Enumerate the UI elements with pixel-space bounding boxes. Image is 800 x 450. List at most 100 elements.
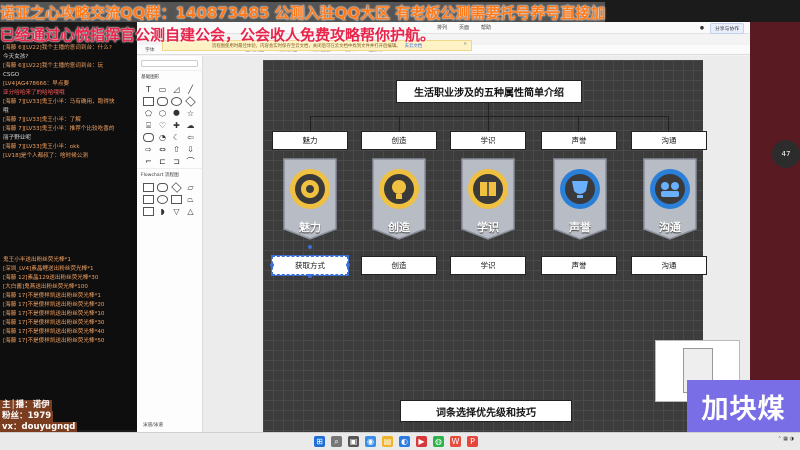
brace-shape-icon[interactable]: ⊏ <box>157 157 168 166</box>
rounded-rect-shape-icon[interactable] <box>157 97 168 106</box>
connector-line <box>399 116 401 131</box>
sticky-note-icon[interactable]: ▭ <box>157 85 168 94</box>
sub-box-acquire-method[interactable]: 获取方式 <box>271 255 349 276</box>
document-shape-icon[interactable] <box>143 195 154 204</box>
chat-message: [LV4]AG478666：早点要 <box>3 81 70 87</box>
chat-message: [海藤 7][LV33]鬼王小半：okk <box>3 144 80 150</box>
badge-label: 沟通 <box>659 221 681 234</box>
sub-box-create[interactable]: 创造 <box>361 256 437 275</box>
gift-message: [深圳_LV4]素晶鲤送出粉丝荧光棒*1 <box>3 266 94 272</box>
gift-message: 鬼王小半送出粉丝荧光棒*1 <box>3 257 71 263</box>
attribute-box-communicate[interactable]: 沟通 <box>631 131 707 150</box>
heart-shape-icon[interactable]: ♡ <box>157 121 168 130</box>
corner-shape-icon[interactable]: ⊐ <box>171 157 182 166</box>
connector-shape-icon[interactable] <box>157 195 168 204</box>
data-shape-icon[interactable]: ▱ <box>185 183 196 192</box>
diamond-shape-icon[interactable] <box>185 96 196 107</box>
hexagon-shape-icon[interactable]: ⬡ <box>157 109 168 118</box>
arrow-down-shape-icon[interactable]: ⇩ <box>185 145 196 154</box>
connector-line <box>668 116 670 131</box>
cylinder-shape-icon[interactable]: ⌸ <box>143 121 154 130</box>
star-shape-icon[interactable]: ☆ <box>185 109 196 118</box>
diagram-title-box[interactable]: 生活职业涉及的五种属性简单介绍 <box>396 80 582 103</box>
cloud-shape-icon[interactable]: ☁ <box>185 121 196 130</box>
wps-icon[interactable]: P <box>467 436 478 447</box>
predefined-shape-icon[interactable] <box>171 195 182 204</box>
user-avatar-icon: ● <box>699 25 704 31</box>
attribute-box-knowledge[interactable]: 学识 <box>450 131 526 150</box>
attribute-box-charm[interactable]: 魅力 <box>272 131 348 150</box>
text-shape-icon[interactable]: T <box>143 85 154 94</box>
sub-box-communicate[interactable]: 沟通 <box>631 256 707 275</box>
toolbar-font[interactable]: 字体 <box>145 46 155 53</box>
decision-shape-icon[interactable] <box>171 182 182 193</box>
triangle-shape-icon[interactable]: ◿ <box>171 85 182 94</box>
start-menu-icon[interactable]: ⊞ <box>314 436 325 447</box>
octagon-shape-icon[interactable]: ⯃ <box>171 109 182 118</box>
close-icon[interactable]: ✕ <box>463 42 467 47</box>
arrow-lr-shape-icon[interactable]: ⇔ <box>157 145 168 154</box>
badge-knowledge[interactable]: 学识 <box>460 157 516 241</box>
moon-shape-icon[interactable]: ☾ <box>171 133 182 142</box>
chat-message: [LV18]是个人都叔了：啥时候公测 <box>3 153 88 159</box>
media-app-icon[interactable]: ▶ <box>416 436 427 447</box>
resize-handle[interactable] <box>346 263 350 267</box>
gift-message: [海藤 17]不是傻样凯送出粉丝荧光棒*30 <box>3 320 105 326</box>
chat-message: [海藤 7][LV33]鬼王小半：推荐个比较吃香的 <box>3 126 115 132</box>
connector-line <box>488 103 490 116</box>
badge-charm[interactable]: 魅力 <box>282 157 338 241</box>
section-title-box[interactable]: 词条选择优先级和技巧 <box>400 400 572 422</box>
circle-shape-icon[interactable] <box>171 97 182 106</box>
task-view-icon[interactable]: ▣ <box>348 436 359 447</box>
arrow-up-shape-icon[interactable]: ⇧ <box>171 145 182 154</box>
menu-help[interactable]: 帮助 <box>481 24 491 31</box>
callout-shape-icon[interactable]: ◔ <box>157 133 168 142</box>
badge-communicate[interactable]: 沟通 <box>642 157 698 241</box>
arrow-right-shape-icon[interactable]: ⇨ <box>143 145 154 154</box>
search-icon[interactable]: ⌕ <box>331 436 342 447</box>
live-chat-panel: [海藤 6][LV22]我个主播的意词到台：什么? 今天女孩? [海藤 6][L… <box>0 40 137 430</box>
resize-handle[interactable] <box>270 263 274 267</box>
attribute-box-create[interactable]: 创造 <box>361 131 437 150</box>
rotate-handle[interactable] <box>308 245 312 249</box>
process-shape-icon[interactable] <box>143 183 154 192</box>
bracket-shape-icon[interactable]: ⌐ <box>143 157 154 166</box>
resize-handle[interactable] <box>308 274 312 278</box>
edge-browser-icon[interactable]: ◐ <box>399 436 410 447</box>
attribute-box-reputation[interactable]: 声誉 <box>541 131 617 150</box>
badge-reputation[interactable]: 声誉 <box>552 157 608 241</box>
section-basic-shapes[interactable]: 基础图形 <box>137 70 202 83</box>
stadium-shape-icon[interactable] <box>143 133 154 142</box>
sub-box-reputation[interactable]: 声誉 <box>541 256 617 275</box>
cross-shape-icon[interactable]: ✚ <box>171 121 182 130</box>
chat-message: 哦 <box>3 108 9 114</box>
extract-shape-icon[interactable]: △ <box>185 207 196 216</box>
delay-shape-icon[interactable]: ◗ <box>157 207 168 216</box>
chat-message: [海藤 6][LV22]我个主播的意词到台：什么? <box>3 45 112 51</box>
screen: 排列 页面 帮助 ● 分享与协作 字体 10px B I U 连线类型 线条颜色… <box>0 0 800 450</box>
badge-create[interactable]: 创造 <box>371 157 427 241</box>
file-explorer-icon[interactable]: ▤ <box>382 436 393 447</box>
office-app-icon[interactable]: W <box>450 436 461 447</box>
overlay-banner-line2: 已经通过心悦指挥官公测自建公会，公会收人免费攻略帮你护航。 <box>0 26 436 44</box>
gift-message: [大白酱]鬼燕送出粉丝荧光棒*100 <box>3 284 88 290</box>
menu-page[interactable]: 页面 <box>459 24 469 31</box>
merge-shape-icon[interactable]: ▽ <box>171 207 182 216</box>
arc-shape-icon[interactable]: ⌒ <box>185 157 196 166</box>
terminator-shape-icon[interactable] <box>157 183 168 192</box>
manual-input-shape-icon[interactable]: ⏢ <box>185 195 196 204</box>
arrow-left-shape-icon[interactable]: ⇦ <box>185 133 196 142</box>
chat-app-icon[interactable]: ◉ <box>365 436 376 447</box>
share-button[interactable]: 分享与协作 <box>710 22 744 34</box>
line-shape-icon[interactable]: ╱ <box>185 85 196 94</box>
shape-search-input[interactable] <box>141 60 198 67</box>
wechat-icon[interactable]: ◍ <box>433 436 444 447</box>
pentagon-shape-icon[interactable]: ⬠ <box>143 109 154 118</box>
storage-shape-icon[interactable] <box>143 207 154 216</box>
system-tray[interactable]: ⌃ ▦ ◑ <box>778 436 794 442</box>
sub-box-knowledge[interactable]: 学识 <box>450 256 526 275</box>
rectangle-shape-icon[interactable] <box>143 97 154 106</box>
windows-taskbar: ⊞ ⌕ ▣ ◉ ▤ ◐ ▶ ◍ W P ⌃ ▦ ◑ <box>0 432 800 450</box>
section-flowchart[interactable]: Flowchart 流程图 <box>137 168 202 181</box>
menu-arrange[interactable]: 排列 <box>437 24 447 31</box>
